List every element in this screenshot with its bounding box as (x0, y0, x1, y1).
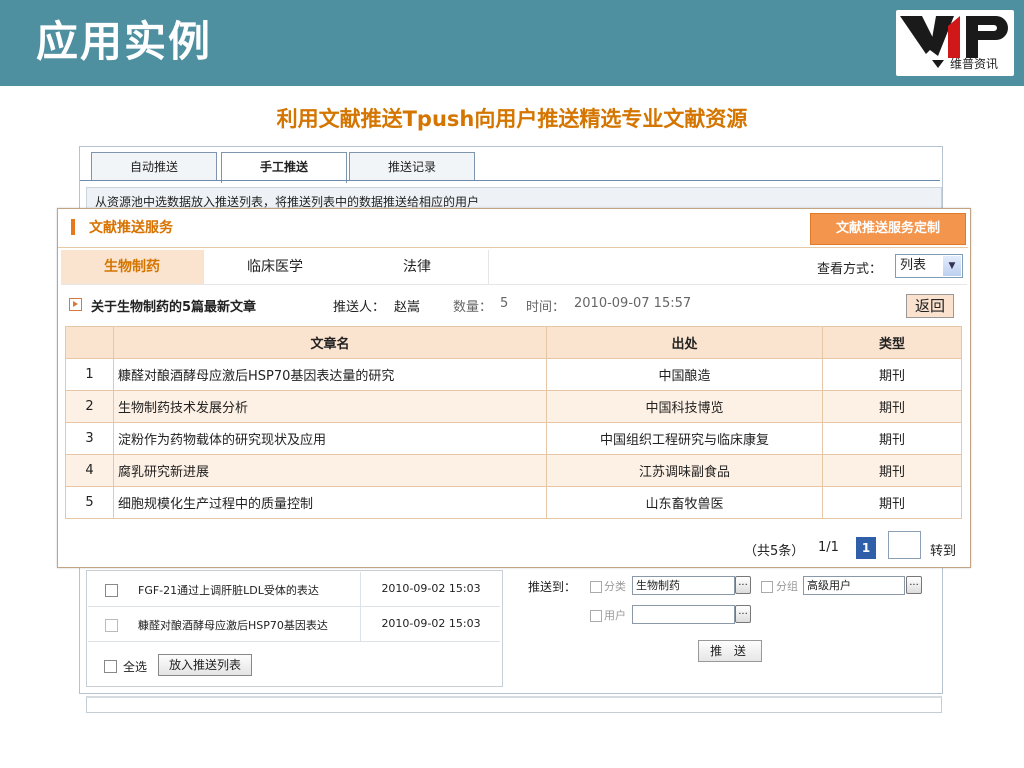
table-row: 3 淀粉作为药物载体的研究现状及应用 中国组织工程研究与临床康复 期刊 (65, 422, 962, 455)
tab-manual-push[interactable]: 手工推送 (221, 152, 347, 183)
time-label: 时间： (526, 300, 566, 315)
row-number: 4 (65, 454, 114, 487)
play-arrow-icon (69, 298, 82, 311)
push-window-footer (86, 696, 942, 713)
category-field[interactable]: 生物制药 (632, 576, 735, 595)
view-mode-label: 查看方式： (817, 262, 883, 277)
article-type: 期刊 (822, 390, 962, 423)
col-header-source: 出处 (546, 326, 823, 359)
article-source: 江苏调味副食品 (546, 454, 823, 487)
row-number: 1 (65, 358, 114, 391)
table-header-row: 文章名 出处 类型 (65, 326, 962, 359)
row-number: 3 (65, 422, 114, 455)
add-to-push-list-button[interactable]: 放入推送列表 (158, 654, 252, 676)
tab-divider (80, 180, 940, 181)
batch-title: 关于生物制药的5篇最新文章 (91, 300, 257, 315)
group-browse-button[interactable]: ... (906, 576, 922, 594)
article-name: FGF-21通过上调肝脏LDL受体的表达 (138, 584, 319, 597)
category-label: 分类 (604, 580, 626, 593)
count-value: 5 (500, 296, 509, 311)
article-source: 中国酿造 (546, 358, 823, 391)
article-source: 山东畜牧兽医 (546, 486, 823, 519)
category-browse-button[interactable]: ... (735, 576, 751, 594)
article-type: 期刊 (822, 422, 962, 455)
row-number: 5 (65, 486, 114, 519)
push-to-label: 推送到： (528, 580, 577, 594)
pager-total: （共5条） (744, 544, 805, 559)
user-label: 用户 (604, 609, 626, 622)
user-field[interactable] (632, 605, 735, 624)
table-row: 2 生物制药技术发展分析 中国科技博览 期刊 (65, 390, 962, 423)
count-label: 数量： (453, 300, 493, 315)
article-date: 2010-09-02 15:03 (360, 572, 501, 606)
pusher-name: 赵嵩 (394, 300, 421, 315)
article-title-link[interactable]: 淀粉作为药物载体的研究现状及应用 (113, 422, 547, 455)
pusher-label: 推送人： (333, 300, 386, 315)
user-browse-button[interactable]: ... (735, 605, 751, 623)
group-checkbox[interactable] (761, 581, 773, 593)
view-mode-select[interactable]: 列表 ▼ (895, 254, 963, 278)
group-label: 分组 (776, 580, 798, 593)
article-title-link[interactable]: 糠醛对酿酒酵母应激后HSP70基因表达量的研究 (113, 358, 547, 391)
push-button[interactable]: 推 送 (698, 640, 762, 662)
article-name: 糠醛对酿酒酵母应激后HSP70基因表达 (138, 619, 328, 632)
group-field[interactable]: 高级用户 (803, 576, 905, 595)
popup-title: 文献推送服务 (89, 220, 173, 236)
tab-clinical-medicine[interactable]: 临床医学 (204, 250, 347, 285)
tab-push-history[interactable]: 推送记录 (349, 152, 475, 181)
header-accent-bar (71, 219, 75, 235)
table-row: 4 腐乳研究新进展 江苏调味副食品 期刊 (65, 454, 962, 487)
goto-page-input[interactable] (888, 531, 921, 559)
article-source: 中国科技博览 (546, 390, 823, 423)
list-item: FGF-21通过上调肝脏LDL受体的表达 2010-09-02 15:03 (88, 572, 500, 607)
select-all-label: 全选 (123, 660, 148, 674)
select-all-checkbox[interactable] (104, 660, 117, 673)
view-mode-value: 列表 (900, 258, 927, 273)
tab-biopharma[interactable]: 生物制药 (61, 250, 204, 285)
results-table: 文章名 出处 类型 1 糠醛对酿酒酵母应激后HSP70基因表达量的研究 中国酿造… (65, 326, 962, 519)
table-row: 5 细胞规模化生产过程中的质量控制 山东畜牧兽医 期刊 (65, 486, 962, 519)
article-type: 期刊 (822, 486, 962, 519)
article-source: 中国组织工程研究与临床康复 (546, 422, 823, 455)
article-date: 2010-09-02 15:03 (360, 607, 501, 641)
chevron-down-icon[interactable]: ▼ (943, 256, 961, 276)
pager-current-page[interactable]: 1 (856, 537, 876, 559)
article-type: 期刊 (822, 454, 962, 487)
col-header-name: 文章名 (113, 326, 547, 359)
list-item: 糠醛对酿酒酵母应激后HSP70基因表达 2010-09-02 15:03 (88, 607, 500, 642)
slide-title: 应用实例 (36, 17, 213, 66)
user-checkbox[interactable] (590, 610, 602, 622)
row-checkbox[interactable] (105, 619, 118, 632)
tab-auto-push[interactable]: 自动推送 (91, 152, 217, 181)
logo-text: 维普资讯 (950, 57, 999, 71)
tab-law[interactable]: 法律 (346, 250, 489, 285)
back-button[interactable]: 返回 (906, 294, 954, 318)
pager-page-count: 1/1 (818, 540, 839, 555)
col-header-num (65, 326, 114, 359)
category-checkbox[interactable] (590, 581, 602, 593)
slide-subtitle: 利用文献推送Tpush向用户推送精选专业文献资源 (276, 107, 748, 131)
time-value: 2010-09-07 15:57 (574, 296, 692, 311)
article-title-link[interactable]: 生物制药技术发展分析 (113, 390, 547, 423)
article-type: 期刊 (822, 358, 962, 391)
row-checkbox[interactable] (105, 584, 118, 597)
table-row: 1 糠醛对酿酒酵母应激后HSP70基因表达量的研究 中国酿造 期刊 (65, 358, 962, 391)
article-title-link[interactable]: 细胞规模化生产过程中的质量控制 (113, 486, 547, 519)
article-title-link[interactable]: 腐乳研究新进展 (113, 454, 547, 487)
row-number: 2 (65, 390, 114, 423)
customize-service-button[interactable]: 文献推送服务定制 (810, 213, 966, 245)
goto-page-button[interactable]: 转到 (930, 540, 956, 559)
col-header-type: 类型 (822, 326, 962, 359)
